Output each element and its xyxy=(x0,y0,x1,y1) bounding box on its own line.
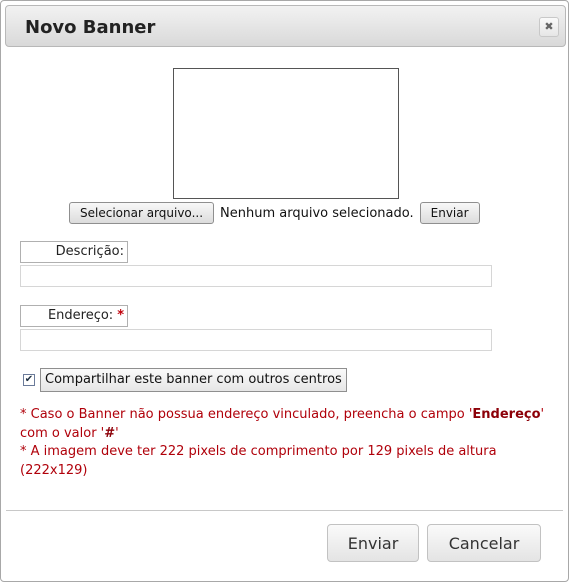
share-checkbox[interactable]: ✔ xyxy=(23,374,35,386)
select-file-button[interactable]: Selecionar arquivo... xyxy=(69,202,215,224)
note-address-field: Endereço xyxy=(472,407,541,422)
address-label-text: Endereço: xyxy=(47,308,114,323)
note-address-part3: ' xyxy=(115,425,119,441)
file-upload-row: Selecionar arquivo... Nenhum arquivo sel… xyxy=(69,202,480,224)
submit-button[interactable]: Enviar xyxy=(327,524,419,562)
description-label-text: Descrição: xyxy=(55,244,124,259)
cancel-button[interactable]: Cancelar xyxy=(427,524,541,562)
address-input[interactable] xyxy=(20,329,492,351)
note-image-size: * A imagem deve ter 222 pixels de compri… xyxy=(20,444,497,478)
upload-send-button[interactable]: Enviar xyxy=(419,202,480,224)
description-label: Descrição: xyxy=(20,241,128,263)
share-label[interactable]: Compartilhar este banner com outros cent… xyxy=(40,368,347,392)
note-address-part1: * Caso o Banner não possua endereço vinc… xyxy=(20,407,473,422)
close-icon[interactable]: ✖ xyxy=(539,17,559,37)
dialog-titlebar[interactable]: Novo Banner ✖ xyxy=(5,5,566,47)
description-input[interactable] xyxy=(20,265,492,287)
address-label: Endereço: * xyxy=(20,305,128,327)
instructions-notes: * Caso o Banner não possua endereço vinc… xyxy=(20,406,550,480)
new-banner-dialog: Novo Banner ✖ Selecionar arquivo... Nenh… xyxy=(0,0,569,582)
required-mark: * xyxy=(117,308,124,323)
file-status-text: Nenhum arquivo selecionado. xyxy=(220,205,414,221)
dialog-title: Novo Banner xyxy=(25,17,156,38)
banner-image-preview xyxy=(173,68,399,199)
note-address-value: # xyxy=(104,425,116,441)
share-option[interactable]: ✔ Compartilhar este banner com outros ce… xyxy=(23,368,347,392)
footer-divider xyxy=(6,510,563,511)
note-address: * Caso o Banner não possua endereço vinc… xyxy=(20,406,550,443)
